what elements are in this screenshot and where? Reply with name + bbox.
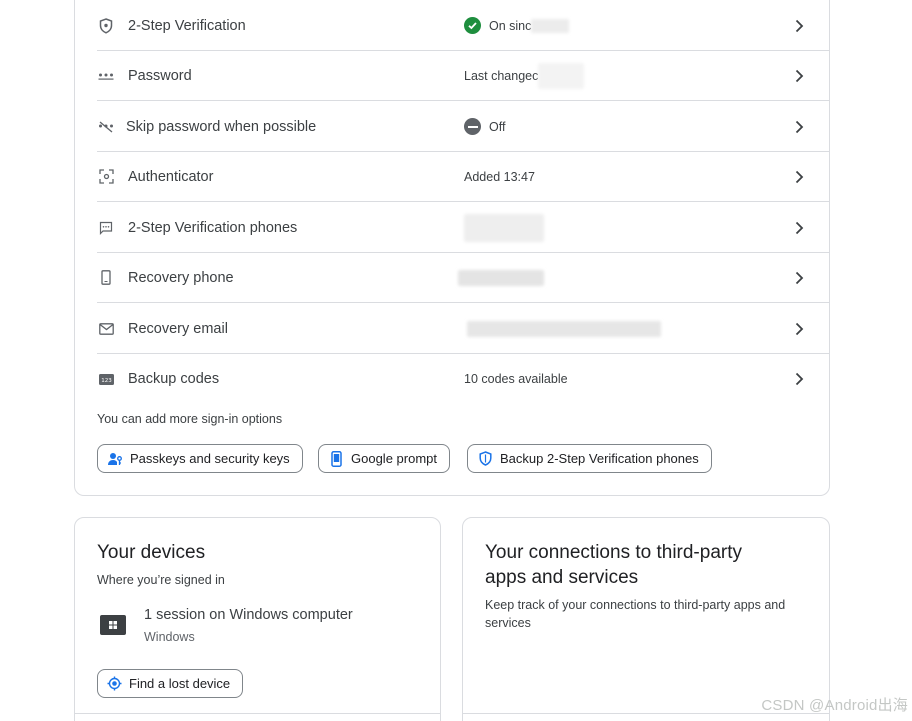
row-value: Added 13:47 [464, 169, 535, 184]
connections-card: Your connections to third-party apps and… [462, 517, 830, 721]
row-label: Recovery email [128, 320, 228, 337]
pill-label: Passkeys and security keys [130, 451, 290, 466]
row-2-step-verification[interactable]: 2-Step Verification On sinc [97, 1, 830, 51]
signin-security-card: 2-Step Verification On sinc Password Las… [74, 0, 830, 496]
connections-subtitle-line1: Keep track of your connections to third-… [485, 598, 786, 612]
find-lost-device-button[interactable]: Find a lost device [97, 669, 244, 698]
chevron-right-icon [795, 19, 804, 32]
row-value: On sinc [464, 17, 570, 34]
row-value: 10 codes available [464, 372, 568, 386]
row-value: Last changec [464, 62, 585, 89]
row-recovery-email[interactable]: Recovery email [97, 304, 830, 354]
pill-label: Backup 2-Step Verification phones [500, 451, 699, 466]
redacted-value [531, 18, 570, 33]
chevron-right-icon [795, 372, 804, 386]
row-authenticator[interactable]: Authenticator Added 13:47 [97, 152, 830, 202]
password-dots-icon [97, 67, 115, 85]
connections-subtitle-line2: services [485, 616, 531, 630]
connections-title-line1: Your connections to third-party [485, 542, 743, 563]
phone-prompt-icon [328, 450, 344, 467]
computer-icon [100, 615, 126, 635]
row-2sv-phones[interactable]: 2-Step Verification phones [97, 203, 830, 253]
row-value [467, 320, 661, 337]
add-signin-options-text: You can add more sign-in options [97, 412, 283, 426]
connections-title-line2: apps and services [485, 567, 639, 588]
pill-label: Find a lost device [129, 676, 231, 691]
chevron-right-icon [795, 271, 804, 284]
row-label: 2-Step Verification phones [128, 219, 298, 236]
redacted-value [538, 62, 585, 89]
chevron-right-icon [795, 170, 804, 183]
person-key-icon [107, 451, 123, 467]
row-password[interactable]: Password Last changec [97, 51, 830, 101]
row-label: Authenticator [128, 168, 214, 185]
shield-icon [477, 451, 493, 467]
pill-label: Google prompt [351, 451, 437, 466]
card-divider [75, 713, 440, 714]
authenticator-icon [97, 168, 115, 186]
minus-circle-icon [464, 118, 481, 135]
row-label: Backup codes [128, 371, 220, 387]
session-os: Windows [144, 630, 195, 644]
check-circle-icon [464, 17, 481, 34]
devices-card: Your devices Where you’re signed in 1 se… [74, 517, 441, 721]
chevron-right-icon [795, 221, 804, 234]
passkeys-button[interactable]: Passkeys and security keys [97, 444, 303, 473]
redacted-value [467, 320, 661, 337]
row-value [464, 213, 544, 242]
backup-2sv-phones-button[interactable]: Backup 2-Step Verification phones [467, 444, 712, 473]
value-text: Last changec [464, 68, 539, 83]
row-skip-password[interactable]: Skip password when possible Off [97, 102, 830, 152]
row-label: Skip password when possible [126, 118, 317, 135]
status-text: Off [489, 119, 506, 134]
redacted-value [458, 269, 544, 286]
row-backup-codes[interactable]: 123 Backup codes 10 codes available [97, 354, 830, 404]
devices-title: Your devices [97, 542, 206, 563]
skip-password-icon [97, 118, 115, 136]
message-icon [97, 219, 115, 237]
shield-icon [97, 17, 115, 35]
row-label: Recovery phone [128, 269, 234, 286]
row-value: Off [464, 118, 505, 135]
watermark: CSDN @Android出海 [761, 697, 908, 714]
svg-text:123: 123 [101, 377, 112, 383]
devices-subtitle: Where you’re signed in [97, 573, 225, 587]
session-summary[interactable]: 1 session on Windows computer [144, 607, 353, 623]
phone-icon [97, 269, 115, 287]
row-label: Password [128, 67, 192, 84]
location-target-icon [106, 676, 122, 692]
row-recovery-phone[interactable]: Recovery phone [97, 253, 830, 303]
chevron-right-icon [795, 322, 804, 335]
backup-codes-icon: 123 [97, 370, 115, 388]
chevron-right-icon [795, 69, 804, 82]
row-label: 2-Step Verification [128, 17, 246, 34]
google-prompt-button[interactable]: Google prompt [318, 444, 450, 473]
redacted-value [464, 213, 544, 242]
mail-icon [97, 320, 115, 338]
status-text: On sinc [489, 18, 532, 33]
row-value [458, 269, 544, 286]
chevron-right-icon [795, 120, 804, 133]
